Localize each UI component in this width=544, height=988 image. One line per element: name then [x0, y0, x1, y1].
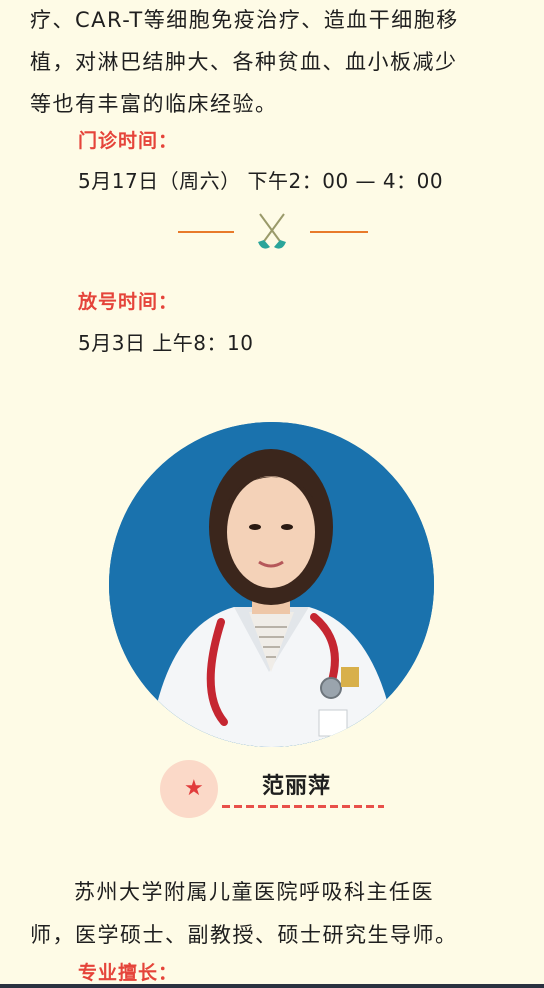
bio-line: 苏州大学附属儿童医院呼吸科主任医: [74, 880, 434, 904]
doctor-name: 范丽萍: [262, 774, 332, 799]
star-icon: ★: [184, 776, 204, 801]
specialty-heading: 专业擅长：: [78, 962, 179, 984]
divider-line-right: [310, 231, 368, 233]
release-time: 5月3日 上午8：10: [78, 331, 254, 355]
bottom-bar: [0, 984, 544, 988]
divider-line-left: [178, 231, 234, 233]
intro-line: 等也有丰富的临床经验。: [30, 92, 278, 116]
clinic-time: 5月17日（周六） 下午2：00 — 4：00: [78, 169, 444, 193]
name-underline-dashes: [222, 805, 384, 808]
crossed-tools-icon: [258, 213, 286, 249]
release-time-heading: 放号时间：: [78, 291, 179, 313]
doctor-photo: [109, 422, 434, 747]
intro-line: 疗、CAR-T等细胞免疫治疗、造血干细胞移: [30, 8, 459, 32]
clinic-time-heading: 门诊时间：: [78, 130, 179, 152]
bio-line: 师，医学硕士、副教授、硕士研究生导师。: [30, 923, 458, 947]
intro-line: 植，对淋巴结肿大、各种贫血、血小板减少: [30, 50, 458, 74]
doctor-portrait: [109, 422, 434, 747]
